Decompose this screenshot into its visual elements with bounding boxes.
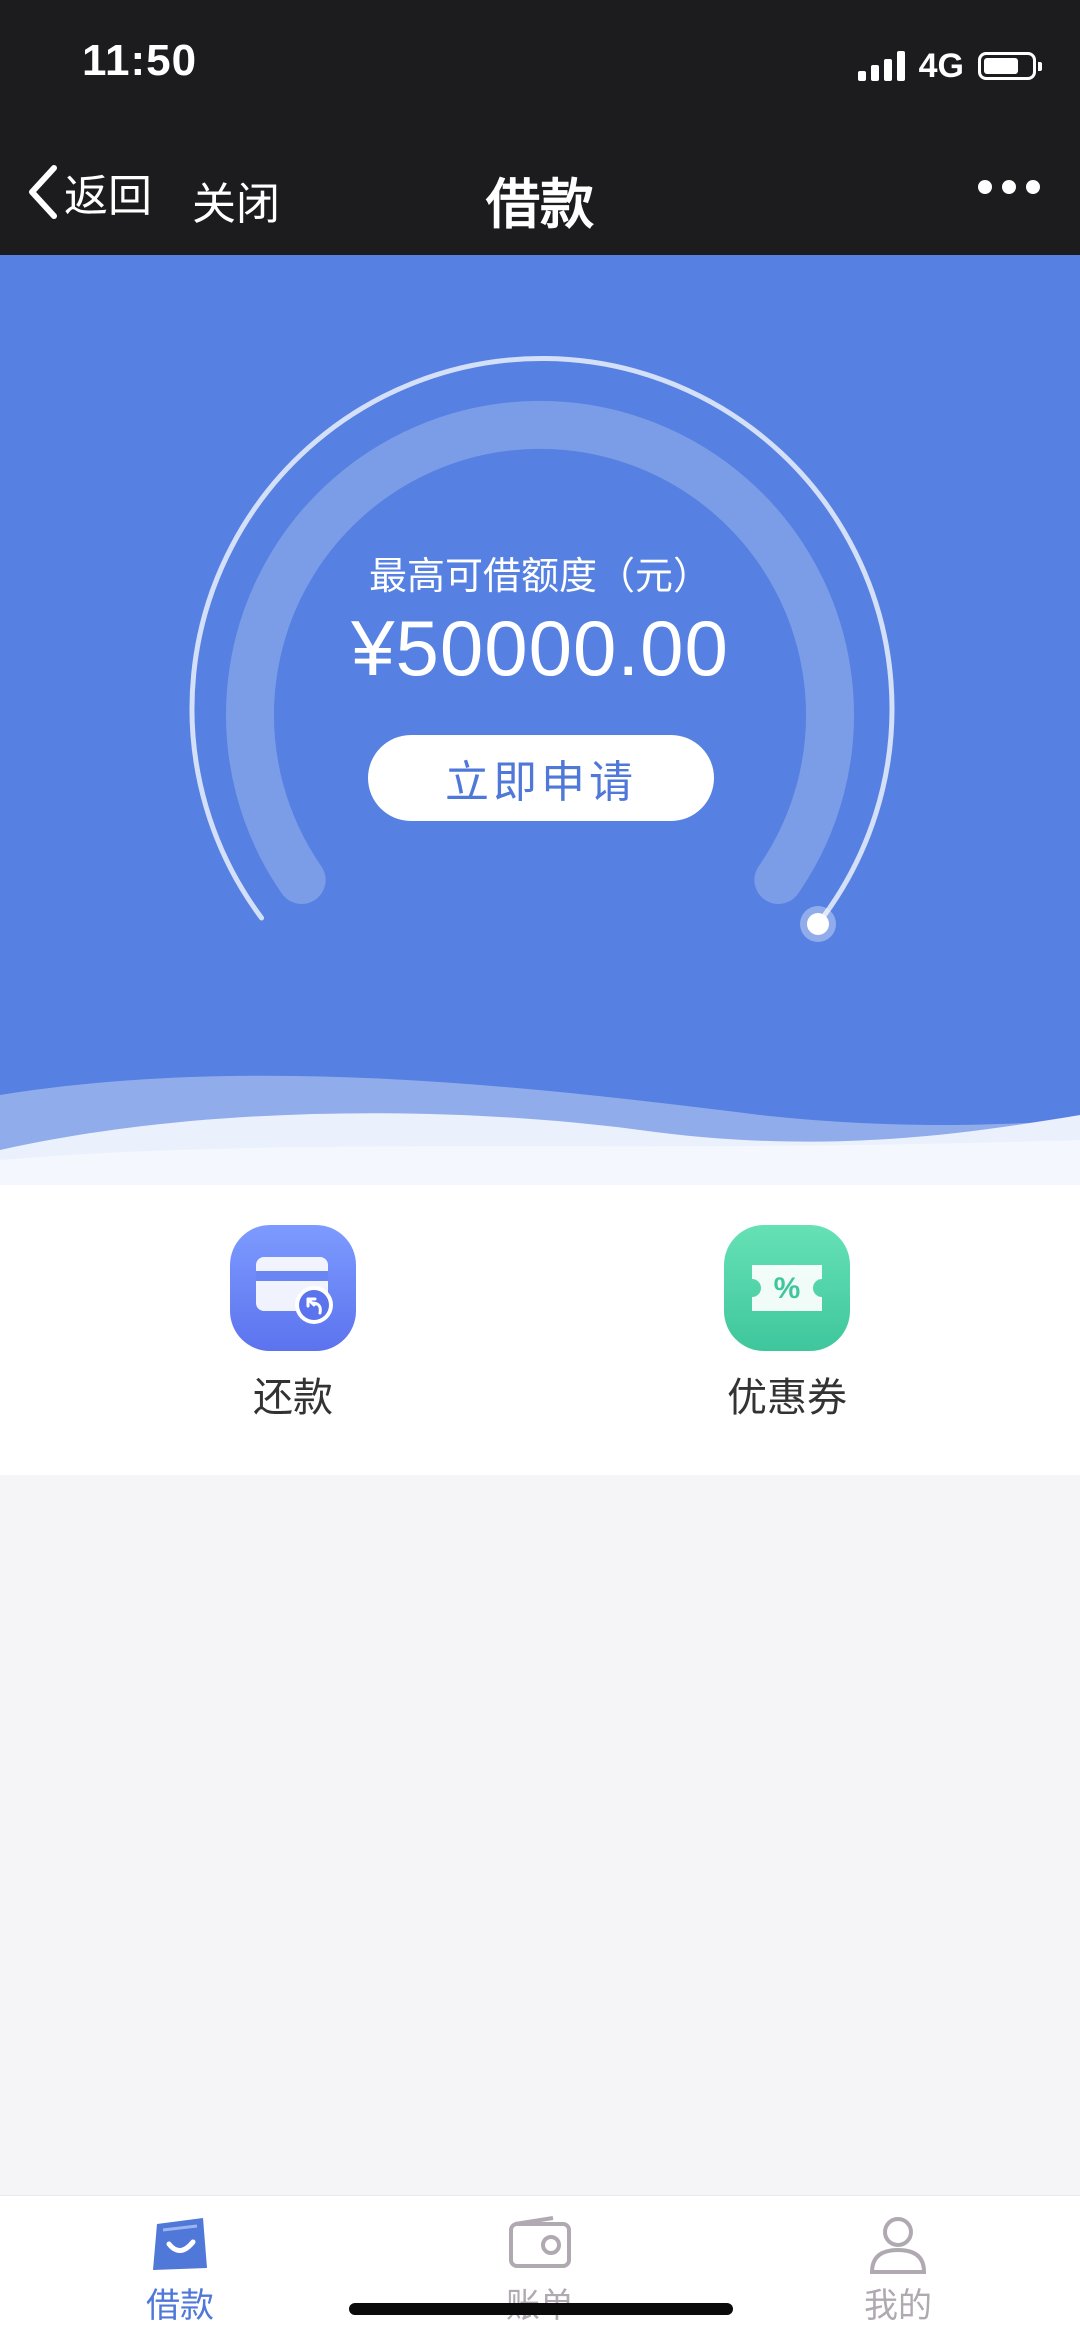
- page-title: 借款: [486, 175, 594, 235]
- credit-label: 最高可借额度（元）: [368, 556, 711, 598]
- svg-text:%: %: [774, 1272, 801, 1305]
- more-icon[interactable]: [978, 180, 1040, 194]
- status-indicators: 4G: [857, 44, 1042, 88]
- status-bar: 11:50 4G: [0, 0, 1080, 130]
- tab-loan-label: 借款: [146, 2287, 214, 2325]
- credit-amount: ¥50000.00: [351, 604, 729, 692]
- coupon-icon: %: [724, 1225, 850, 1351]
- apply-now-button[interactable]: 立即申请: [368, 735, 714, 821]
- status-time: 11:50: [82, 36, 198, 85]
- tab-mine[interactable]: 我的: [798, 2214, 998, 2334]
- user-icon: [869, 2217, 927, 2274]
- tab-loan[interactable]: 借款: [80, 2214, 280, 2334]
- credit-hero: 最高可借额度（元） ¥50000.00 立即申请: [0, 255, 1080, 1185]
- tab-bill[interactable]: 账单: [440, 2214, 640, 2334]
- repay-button[interactable]: 还款: [163, 1225, 423, 1445]
- card-repay-icon: [230, 1225, 356, 1351]
- signal-icon: [857, 51, 905, 81]
- bottom-tab-bar: 借款 账单 我的: [0, 2195, 1080, 2340]
- home-indicator[interactable]: [349, 2303, 733, 2315]
- network-label: 4G: [918, 46, 964, 85]
- coupon-button[interactable]: % 优惠券: [657, 1225, 917, 1445]
- coupon-label: 优惠券: [727, 1376, 847, 1420]
- nav-bar: 返回 关闭 借款: [0, 130, 1080, 255]
- battery-icon: [978, 52, 1042, 80]
- repay-label: 还款: [253, 1376, 333, 1420]
- wallet-icon: [509, 2216, 571, 2268]
- quick-actions: 还款 % 优惠券: [0, 1185, 1080, 1475]
- tab-mine-label: 我的: [864, 2287, 932, 2325]
- bag-icon: [153, 2218, 207, 2270]
- credit-gauge: [0, 356, 1080, 1185]
